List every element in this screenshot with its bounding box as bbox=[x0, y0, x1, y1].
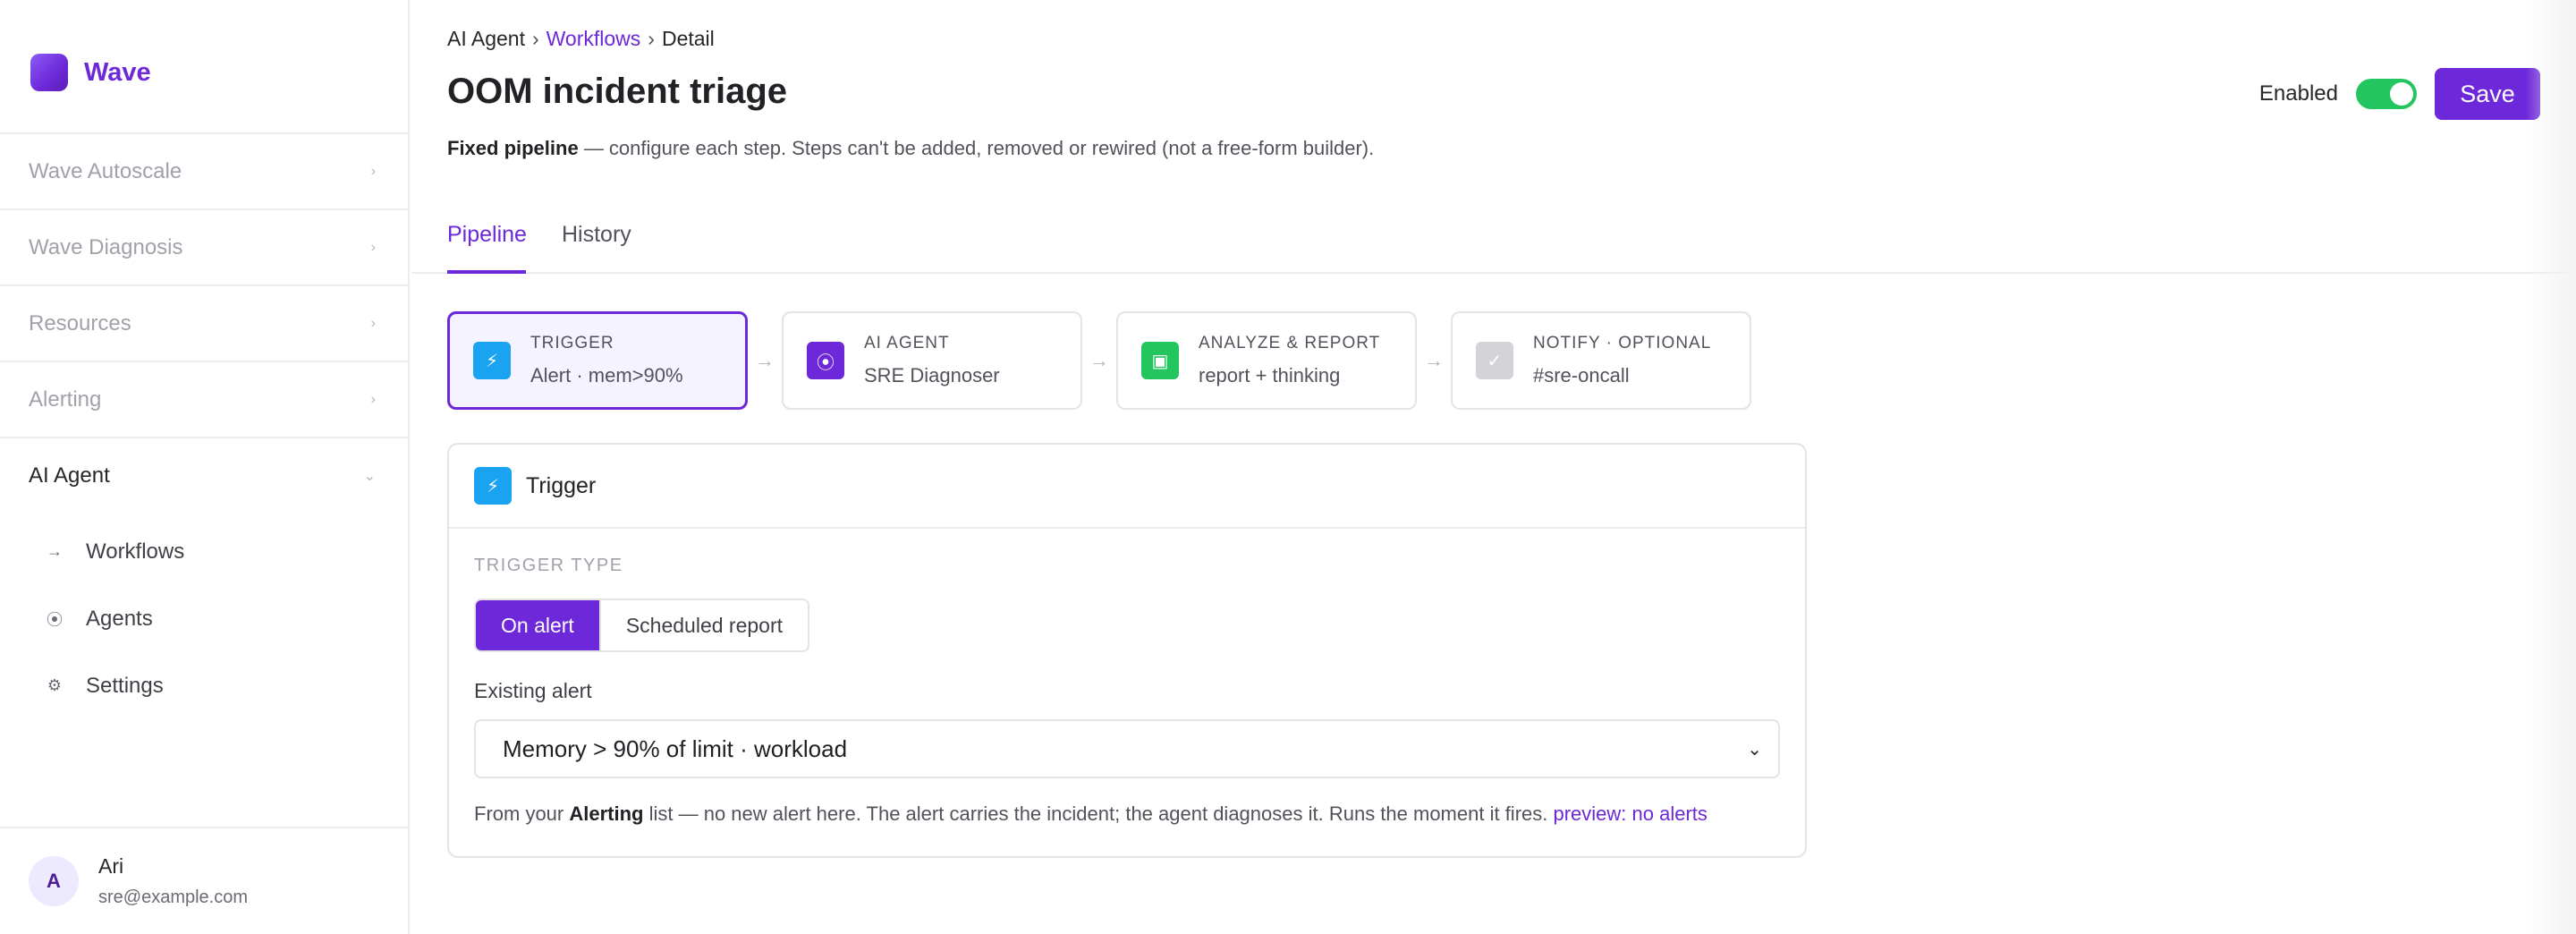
brand-name: Wave bbox=[84, 57, 151, 87]
select-value: Memory > 90% of limit · workload bbox=[503, 734, 848, 762]
sidebar-item-wave-autoscale[interactable]: Wave Autoscale › bbox=[0, 132, 408, 208]
sidebar-item-alerting[interactable]: Alerting › bbox=[0, 361, 408, 437]
pipeline-step-analyze-report[interactable]: ▣ ANALYZE & REPORT report + thinking bbox=[1116, 311, 1417, 410]
chevron-down-icon: ⌄ bbox=[363, 468, 376, 484]
sidebar-nav: Wave Autoscale › Wave Diagnosis › Resour… bbox=[0, 132, 408, 719]
sidebar-item-label: Wave Diagnosis bbox=[29, 234, 183, 259]
trigger-type-segmented-control: On alert Scheduled report bbox=[474, 599, 810, 652]
lightning-icon: ⚡ bbox=[473, 342, 511, 379]
trigger-helper-text: From your Alerting list — no new alert h… bbox=[474, 802, 1707, 826]
tab-history[interactable]: History bbox=[562, 222, 631, 274]
helper-bold: Alerting bbox=[569, 802, 644, 825]
step-kind: ANALYZE & REPORT bbox=[1199, 334, 1381, 352]
sidebar-item-label: Wave Autoscale bbox=[29, 158, 182, 183]
sidebar-item-label: AI Agent bbox=[29, 463, 110, 488]
page-title: OOM incident triage bbox=[447, 72, 788, 111]
breadcrumb-workflows-link[interactable]: Workflows bbox=[547, 27, 641, 51]
target-icon: ⦿ bbox=[47, 610, 63, 629]
trigger-type-label: TRIGGER TYPE bbox=[474, 556, 623, 575]
sidebar-subitem-settings[interactable]: ⚙ Settings bbox=[0, 652, 408, 719]
header-actions: Enabled Save bbox=[2259, 68, 2540, 120]
check-icon: ✓ bbox=[1476, 342, 1513, 379]
step-value: #sre-oncall bbox=[1533, 364, 1630, 386]
ai-agent-subnav: → Workflows ⦿ Agents ⚙ Settings bbox=[0, 513, 408, 719]
breadcrumb-current: Detail bbox=[661, 27, 715, 50]
user-email: sre@example.com bbox=[98, 887, 249, 907]
breadcrumb-root[interactable]: AI Agent bbox=[447, 27, 525, 51]
arrow-right-icon: → bbox=[1424, 349, 1444, 371]
step-text: TRIGGER Alert · mem>90% bbox=[530, 334, 683, 387]
step-text: AI AGENT SRE Diagnoser bbox=[864, 334, 1000, 387]
main-content: AI Agent › Workflows › Detail OOM incide… bbox=[411, 0, 2576, 934]
user-name: Ari bbox=[98, 854, 124, 878]
arrow-right-icon: → bbox=[755, 349, 775, 371]
tab-bar: Pipeline History bbox=[411, 206, 2576, 274]
preview-alerts-link[interactable]: preview: no alerts bbox=[1553, 802, 1707, 825]
sidebar-item-wave-diagnosis[interactable]: Wave Diagnosis › bbox=[0, 208, 408, 284]
sidebar: Wave Wave Autoscale › Wave Diagnosis › R… bbox=[0, 0, 410, 934]
step-text: NOTIFY · OPTIONAL #sre-oncall bbox=[1533, 334, 1711, 387]
toggle-knob bbox=[2390, 82, 2413, 106]
helper-prefix: From your bbox=[474, 802, 570, 825]
chevron-right-icon: › bbox=[370, 315, 376, 331]
sidebar-subitem-label: Workflows bbox=[86, 539, 185, 564]
option-on-alert[interactable]: On alert bbox=[476, 600, 599, 650]
trigger-card-title: Trigger bbox=[526, 472, 597, 498]
avatar: A bbox=[29, 856, 79, 906]
step-text: ANALYZE & REPORT report + thinking bbox=[1199, 334, 1380, 387]
arrow-right-icon: → bbox=[47, 542, 63, 560]
pipeline-step-notify[interactable]: ✓ NOTIFY · OPTIONAL #sre-oncall bbox=[1451, 311, 1751, 410]
trigger-card: ⚡ Trigger TRIGGER TYPE On alert Schedule… bbox=[447, 443, 1807, 858]
scroll-edge-shadow bbox=[2526, 0, 2576, 934]
step-kind: NOTIFY · OPTIONAL bbox=[1533, 334, 1712, 352]
step-kind: TRIGGER bbox=[530, 334, 614, 352]
step-value: Alert · mem>90% bbox=[530, 364, 683, 386]
chevron-right-icon: › bbox=[370, 391, 376, 407]
enabled-toggle[interactable] bbox=[2356, 79, 2417, 109]
target-icon: ⦿ bbox=[807, 342, 844, 379]
save-button[interactable]: Save bbox=[2435, 68, 2540, 120]
sidebar-subitem-label: Settings bbox=[86, 673, 164, 698]
user-info: Ari sre@example.com bbox=[98, 854, 248, 908]
pipeline-step-trigger[interactable]: ⚡ TRIGGER Alert · mem>90% bbox=[447, 311, 748, 410]
option-scheduled-report[interactable]: Scheduled report bbox=[598, 600, 809, 650]
subtitle-bold: Fixed pipeline bbox=[447, 137, 579, 159]
brand[interactable]: Wave bbox=[30, 54, 151, 91]
chevron-down-icon: ⌄ bbox=[1747, 739, 1762, 760]
user-profile[interactable]: A Ari sre@example.com bbox=[0, 827, 408, 934]
lightning-icon: ⚡ bbox=[474, 467, 512, 505]
breadcrumb-separator: › bbox=[648, 27, 655, 50]
sidebar-item-label: Resources bbox=[29, 310, 131, 335]
sidebar-item-resources[interactable]: Resources › bbox=[0, 284, 408, 361]
arrow-right-icon: → bbox=[1089, 349, 1109, 371]
breadcrumb-separator: › bbox=[531, 27, 539, 50]
breadcrumb: AI Agent › Workflows › Detail bbox=[447, 27, 715, 51]
helper-text: list — no new alert here. The alert carr… bbox=[643, 802, 1554, 825]
chevron-right-icon: › bbox=[370, 239, 376, 255]
existing-alert-select[interactable]: Memory > 90% of limit · workload ⌄ bbox=[474, 719, 1780, 778]
chevron-right-icon: › bbox=[370, 163, 376, 179]
subtitle-text: — configure each step. Steps can't be ad… bbox=[578, 137, 1375, 159]
report-icon: ▣ bbox=[1141, 342, 1179, 379]
step-value: report + thinking bbox=[1199, 364, 1341, 386]
existing-alert-label: Existing alert bbox=[474, 679, 592, 702]
step-value: SRE Diagnoser bbox=[864, 364, 1000, 386]
enabled-label: Enabled bbox=[2258, 81, 2338, 106]
tab-pipeline[interactable]: Pipeline bbox=[447, 222, 527, 274]
sidebar-item-ai-agent[interactable]: AI Agent ⌄ bbox=[0, 437, 408, 513]
sidebar-item-label: Alerting bbox=[29, 386, 102, 412]
gear-icon: ⚙ bbox=[47, 676, 63, 694]
sidebar-subitem-label: Agents bbox=[86, 606, 153, 631]
trigger-card-header: ⚡ Trigger bbox=[449, 445, 1805, 529]
pipeline-step-ai-agent[interactable]: ⦿ AI AGENT SRE Diagnoser bbox=[782, 311, 1082, 410]
wave-logo-icon bbox=[30, 54, 68, 91]
sidebar-subitem-workflows[interactable]: → Workflows bbox=[0, 518, 408, 585]
step-kind: AI AGENT bbox=[864, 334, 950, 352]
app-window: Wave Wave Autoscale › Wave Diagnosis › R… bbox=[0, 0, 2576, 934]
page-subtitle: Fixed pipeline — configure each step. St… bbox=[447, 137, 1374, 160]
sidebar-subitem-agents[interactable]: ⦿ Agents bbox=[0, 585, 408, 652]
pipeline-steps: ⚡ TRIGGER Alert · mem>90% → ⦿ AI AGENT S… bbox=[447, 311, 1751, 410]
